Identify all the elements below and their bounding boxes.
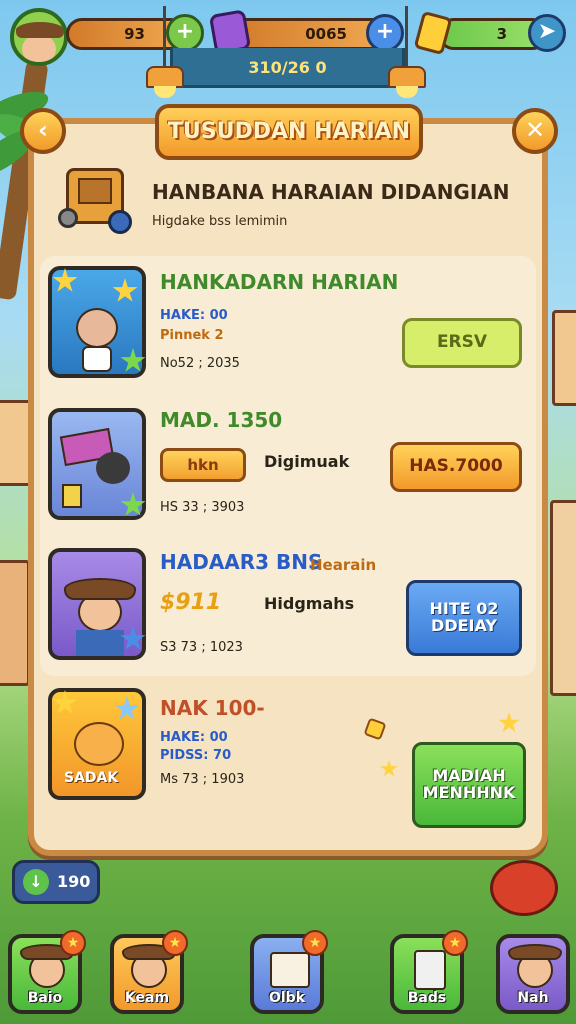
nav-label: Baio (27, 990, 63, 1006)
claim-reward-button[interactable]: MADIAH MENHHNK (412, 742, 526, 828)
message-count: 190 (57, 872, 91, 891)
quest-title: HANKADARN HARIAN (160, 270, 399, 294)
book-stack-icon (270, 952, 310, 988)
nav-button-3[interactable]: ★ Olbk (250, 930, 328, 1014)
reward-tag: hkn (160, 448, 246, 482)
panel-header-title: HANBANA HARAIAN DIDANGIAN (152, 180, 510, 204)
download-icon: ↓ (23, 869, 49, 895)
quest-detail: Pinnek 2 (160, 328, 224, 343)
thumbnail-label: SADAK (64, 770, 119, 786)
quest-title: HADAAR3 BNS (160, 550, 323, 574)
top-hud: 93 + 0065 + 3 ➤ 310/26 0 (6, 6, 570, 88)
resource-2-value: 0065 (305, 25, 347, 43)
background-house-right-2 (550, 500, 576, 696)
player-avatar[interactable] (10, 8, 68, 66)
quest-progress-text: Ms 73 ; 1903 (160, 772, 245, 787)
star-badge-icon: ★ (302, 930, 328, 956)
nav-button-1[interactable]: ★ Baio (8, 930, 86, 1014)
star-badge-icon: ★ (442, 930, 468, 956)
resource-1-value: 93 (124, 25, 145, 43)
background-house-left-2 (0, 560, 30, 686)
quest-reward-label: Hidgmahs (264, 594, 355, 613)
resource-bar-2: 0065 (228, 18, 388, 50)
quest-action-button[interactable]: HITE 02 DDEIAY (406, 580, 522, 656)
hanging-lamp-left (146, 6, 184, 106)
forward-arrow-button[interactable]: ➤ (528, 14, 566, 52)
nav-label: Olbk (268, 990, 306, 1006)
hud-sub-readout: 310/26 0 (170, 48, 405, 88)
cart-machine-icon (52, 160, 140, 240)
nav-button-2[interactable]: ★ Keam (110, 930, 188, 1014)
quest-detail: PIDSS: 70 (160, 748, 232, 763)
hanging-lamp-right (388, 6, 426, 106)
quest-title: NAK 100- (160, 696, 265, 720)
nav-button-4[interactable]: ★ Bads (390, 930, 468, 1014)
reward-tag: $911 (160, 590, 222, 615)
panel-header-subtitle: Higdake bss lemimin (152, 214, 288, 229)
nav-button-5[interactable]: Nah (496, 934, 570, 1014)
close-button[interactable]: ✕ (512, 108, 558, 154)
quest-action-button[interactable]: ERSV (402, 318, 522, 368)
resource-1-add-button[interactable]: + (166, 14, 204, 52)
star-badge-icon: ★ (60, 930, 86, 956)
fridge-icon (414, 950, 446, 990)
star-badge-icon: ★ (162, 930, 188, 956)
nav-label: Keam (124, 990, 170, 1006)
quest-title-suffix: Hearain (310, 556, 377, 574)
message-counter[interactable]: ↓ 190 (12, 860, 100, 904)
nav-label: Bads (407, 990, 447, 1006)
quest-title: MAD. 1350 (160, 408, 283, 432)
quest-progress-text: No52 ; 2035 (160, 356, 240, 371)
background-house-right (552, 310, 576, 406)
quest-progress-text: HS 33 ; 3903 (160, 500, 245, 515)
panel-title: TUSUDDAN HARIAN (155, 104, 423, 160)
quest-action-button[interactable]: HAS.7000 (390, 442, 522, 492)
quest-detail: HAKE: 00 (160, 730, 228, 745)
resource-3-value: 3 (496, 25, 507, 43)
quest-reward-label: Digimuak (264, 452, 350, 471)
nav-label: Nah (517, 990, 549, 1006)
decorative-flower (490, 860, 558, 916)
resource-2-add-button[interactable]: + (366, 14, 404, 52)
quest-detail: HAKE: 00 (160, 308, 228, 323)
quest-progress-text: S3 73 ; 1023 (160, 640, 243, 655)
back-button[interactable]: ‹ (20, 108, 66, 154)
